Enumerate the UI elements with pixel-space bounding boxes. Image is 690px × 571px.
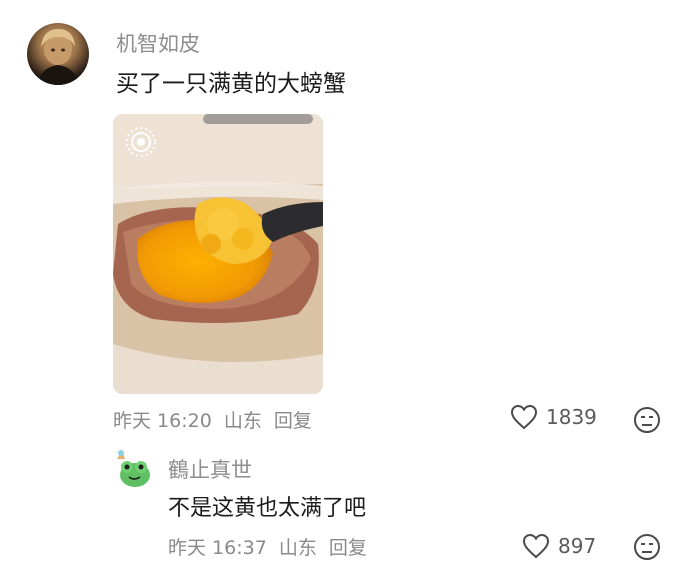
reply-button[interactable]: 回复 [329, 537, 367, 559]
heart-icon [522, 533, 550, 559]
like-count: 897 [558, 534, 597, 558]
avatar[interactable] [113, 449, 155, 491]
reply-button[interactable]: 回复 [274, 410, 312, 432]
comment-time: 昨天 16:37 [168, 537, 267, 559]
comment-meta: 昨天 16:20 山东 回复 [113, 406, 318, 433]
comment-thread: 机智如皮 买了一只满黄的大螃蟹 昨天 16:20 山东 回复 1839 鶴止真世… [0, 0, 690, 571]
comment-meta: 昨天 16:37 山东 回复 [168, 533, 373, 560]
unhappy-face-icon [634, 534, 660, 560]
unhappy-face-icon [634, 407, 660, 433]
heart-icon [510, 404, 538, 430]
comment-time: 昨天 16:20 [113, 410, 212, 432]
comment-photo[interactable] [113, 114, 323, 394]
like-count: 1839 [546, 405, 597, 429]
comment-text: 不是这黄也太满了吧 [168, 496, 367, 521]
dislike-button[interactable] [633, 533, 661, 565]
like-button[interactable]: 897 [522, 533, 596, 559]
comment-text: 买了一只满黄的大螃蟹 [116, 71, 346, 97]
comment-username[interactable]: 鶴止真世 [168, 454, 252, 484]
dislike-button[interactable] [633, 406, 661, 438]
avatar[interactable] [27, 23, 89, 85]
like-button[interactable]: 1839 [510, 404, 597, 430]
comment-username[interactable]: 机智如皮 [116, 28, 200, 58]
comment-location: 山东 [223, 410, 262, 432]
comment-location: 山东 [278, 537, 317, 559]
